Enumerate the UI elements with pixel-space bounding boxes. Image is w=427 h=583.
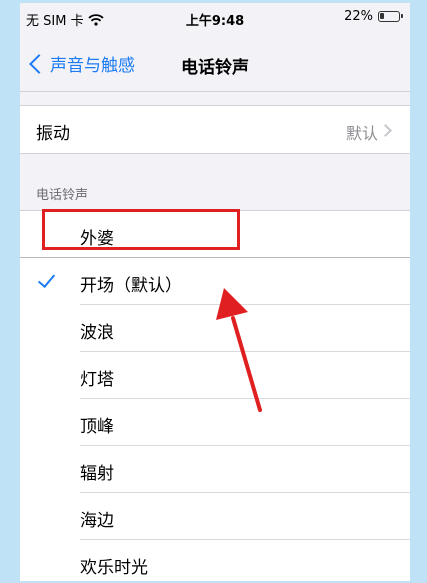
arrow-annotation-icon bbox=[216, 288, 262, 412]
